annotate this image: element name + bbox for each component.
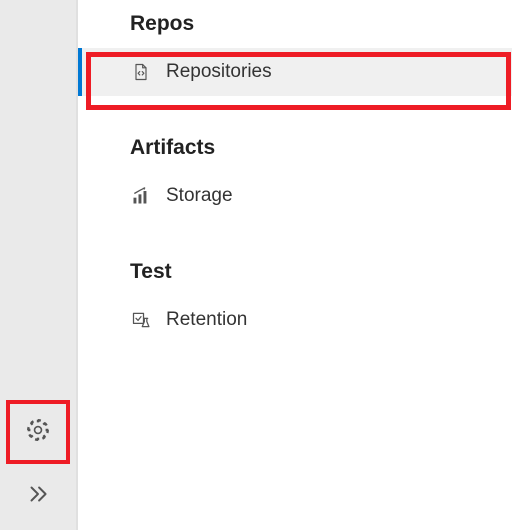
section-repos: Repos Repositories [78,0,512,96]
nav-item-label: Retention [166,309,247,331]
chart-up-icon [130,185,152,207]
nav-item-label: Repositories [166,61,272,83]
nav-item-storage[interactable]: Storage [78,172,512,220]
section-header-artifacts: Artifacts [78,130,512,172]
section-header-repos: Repos [78,6,512,48]
chevron-double-right-icon [25,481,51,512]
expand-button[interactable] [10,468,66,524]
nav-item-repositories[interactable]: Repositories [78,48,512,96]
nav-item-label: Storage [166,185,233,207]
settings-button[interactable] [10,404,66,460]
gear-icon [25,417,51,448]
flask-check-icon [130,309,152,331]
settings-nav-panel: Repos Repositories Artifacts [77,0,512,530]
left-rail [0,0,77,530]
code-file-icon [130,61,152,83]
section-test: Test Retention [78,248,512,344]
settings-highlight-box [6,400,70,464]
section-header-test: Test [78,254,512,296]
nav-item-retention[interactable]: Retention [78,296,512,344]
section-artifacts: Artifacts Storage [78,124,512,220]
